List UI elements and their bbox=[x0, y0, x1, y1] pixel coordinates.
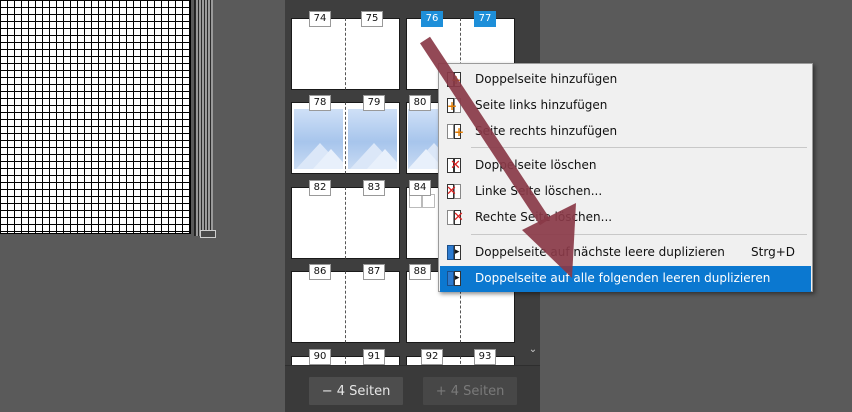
page-thumb[interactable] bbox=[291, 187, 346, 259]
menu-item-label: Doppelseite auf nächste leere dupliziere… bbox=[475, 245, 725, 259]
duplicate-next-icon: ▸ bbox=[447, 245, 463, 261]
add-spread-icon: + bbox=[447, 72, 463, 88]
menu-item-shortcut: Strg+D bbox=[751, 245, 795, 259]
page-number: 88 bbox=[409, 264, 431, 280]
add-left-page-icon: + bbox=[447, 98, 463, 114]
page-number: 93 bbox=[474, 349, 496, 365]
frame-placeholder bbox=[422, 194, 435, 208]
spread-92-93[interactable]: 92 93 bbox=[406, 349, 540, 365]
page-thumb[interactable] bbox=[291, 18, 346, 90]
menu-item-label: Doppelseite auf alle folgenden leeren du… bbox=[475, 271, 771, 285]
menu-item-label: Doppelseite löschen bbox=[475, 158, 597, 172]
page-number: 74 bbox=[309, 11, 331, 27]
vertical-ruler bbox=[194, 0, 213, 236]
menu-item-add-right-page[interactable]: + Seite rechts hinzufügen bbox=[440, 119, 811, 145]
page-number: 82 bbox=[309, 180, 331, 196]
menu-item-add-spread[interactable]: + Doppelseite hinzufügen bbox=[440, 67, 811, 93]
page-number: 75 bbox=[361, 11, 383, 27]
delete-spread-icon: ✕ bbox=[447, 158, 463, 174]
menu-item-duplicate-next[interactable]: ▸ Doppelseite auf nächste leere duplizie… bbox=[440, 240, 811, 266]
menu-item-label: Linke Seite löschen... bbox=[475, 184, 603, 198]
delete-left-page-icon: ✕ bbox=[446, 184, 463, 200]
ruler-handle[interactable] bbox=[200, 230, 216, 238]
page-number: 92 bbox=[421, 349, 443, 365]
menu-separator bbox=[471, 147, 807, 148]
page-thumb[interactable] bbox=[345, 271, 400, 343]
photo-placeholder bbox=[348, 109, 397, 169]
menu-item-label: Seite links hinzufügen bbox=[475, 98, 608, 112]
page-thumb[interactable] bbox=[406, 187, 438, 259]
page-thumb[interactable] bbox=[345, 102, 400, 174]
page-number: 80 bbox=[409, 95, 431, 111]
duplicate-all-icon: ▸ bbox=[447, 271, 463, 287]
editor-canvas[interactable] bbox=[0, 0, 285, 411]
context-menu: + Doppelseite hinzufügen + Seite links h… bbox=[438, 63, 813, 292]
page-number: 91 bbox=[363, 349, 385, 365]
page-number: 79 bbox=[363, 95, 385, 111]
page-number: 86 bbox=[309, 264, 331, 280]
menu-item-delete-spread[interactable]: ✕ Doppelseite löschen bbox=[440, 153, 811, 179]
delete-right-page-icon: ✕ bbox=[447, 210, 464, 226]
panel-footer: − 4 Seiten + 4 Seiten bbox=[285, 365, 540, 412]
page-number-selected: 76 bbox=[421, 11, 443, 27]
page-number: 83 bbox=[363, 180, 385, 196]
photo-placeholder bbox=[408, 109, 438, 169]
frame-placeholder bbox=[409, 194, 422, 208]
page-thumb[interactable] bbox=[291, 102, 346, 174]
menu-item-delete-right-page[interactable]: ✕ Rechte Seite löschen... bbox=[440, 205, 811, 231]
remove-pages-button[interactable]: − 4 Seiten bbox=[308, 376, 404, 406]
page-thumb[interactable] bbox=[345, 187, 400, 259]
page-number: 90 bbox=[309, 349, 331, 365]
chevron-down-icon[interactable]: ⌄ bbox=[527, 344, 539, 360]
page-number: 78 bbox=[309, 95, 331, 111]
page-thumb[interactable] bbox=[345, 18, 400, 90]
page-thumb[interactable] bbox=[291, 271, 346, 343]
menu-separator bbox=[471, 234, 807, 235]
menu-item-duplicate-all[interactable]: ▸ Doppelseite auf alle folgenden leeren … bbox=[440, 266, 811, 292]
menu-item-label: Doppelseite hinzufügen bbox=[475, 72, 618, 86]
menu-item-add-left-page[interactable]: + Seite links hinzufügen bbox=[440, 93, 811, 119]
page-thumb[interactable] bbox=[406, 102, 438, 174]
menu-item-label: Rechte Seite löschen... bbox=[475, 210, 613, 224]
add-pages-button[interactable]: + 4 Seiten bbox=[422, 376, 518, 406]
page-number: 84 bbox=[409, 180, 431, 196]
menu-item-delete-left-page[interactable]: ✕ Linke Seite löschen... bbox=[440, 179, 811, 205]
grid-page[interactable] bbox=[0, 0, 191, 234]
menu-item-label: Seite rechts hinzufügen bbox=[475, 124, 618, 138]
add-right-page-icon: + bbox=[447, 124, 464, 140]
page-number: 87 bbox=[363, 264, 385, 280]
page-number-selected: 77 bbox=[474, 11, 496, 27]
photo-placeholder bbox=[294, 109, 343, 169]
